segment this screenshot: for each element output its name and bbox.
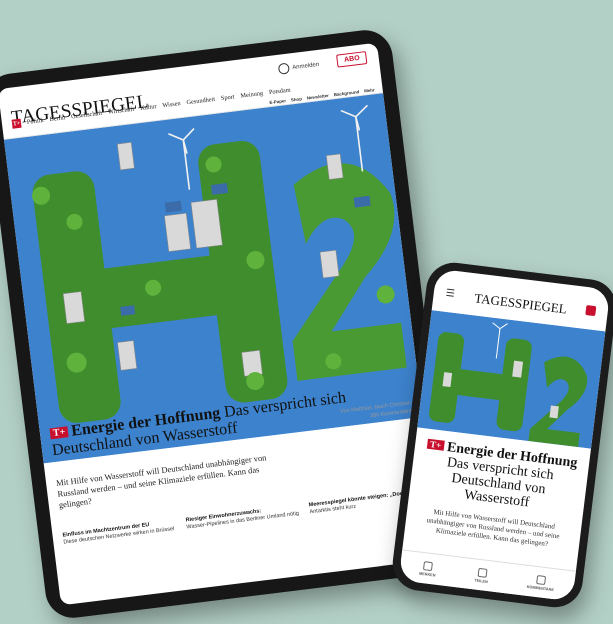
nav-item-kultur[interactable]: Kultur bbox=[140, 103, 157, 112]
phone-device: ☰ TAGESSPIEGEL T+ Energie der Hoffnung D… bbox=[389, 259, 613, 611]
nav-item-berlin[interactable]: Berlin bbox=[49, 114, 65, 123]
h2-city-illustration-small bbox=[417, 310, 606, 449]
related-article[interactable]: Riesiger Einwohnerzuwachs: Wasser-Pipeli… bbox=[185, 503, 302, 531]
phone-bottom-bar: MERKEN TEILEN KOMMENTARE bbox=[398, 549, 576, 602]
phone-headline[interactable]: T+ Energie der Hoffnung Das verspricht si… bbox=[417, 436, 582, 516]
tplus-headline-badge: T+ bbox=[49, 426, 70, 440]
tablet-device: TAGESSPIEGEL Anmelden ABO T+ Politik Ber… bbox=[0, 27, 456, 621]
article-teaser: Mit Hilfe von Wasserstoff will Deutschla… bbox=[55, 452, 267, 510]
subnav-epaper[interactable]: E-Paper bbox=[269, 98, 286, 105]
phone-screen: ☰ TAGESSPIEGEL T+ Energie der Hoffnung D… bbox=[398, 268, 611, 602]
share-label: TEILEN bbox=[474, 577, 489, 584]
tplus-icon[interactable] bbox=[585, 305, 597, 317]
nav-item-sport[interactable]: Sport bbox=[221, 93, 235, 102]
phone-hero-image[interactable] bbox=[417, 310, 606, 449]
share-button[interactable]: TEILEN bbox=[474, 567, 489, 584]
promo-scene: TAGESSPIEGEL Anmelden ABO T+ Politik Ber… bbox=[0, 0, 613, 624]
tplus-badge[interactable]: T+ bbox=[11, 118, 22, 129]
user-icon bbox=[277, 62, 290, 75]
nav-item-politik[interactable]: Politik bbox=[27, 117, 45, 126]
login-link[interactable]: Anmelden bbox=[277, 59, 320, 75]
login-label: Anmelden bbox=[291, 61, 320, 71]
tplus-headline-badge: T+ bbox=[426, 438, 445, 451]
subnav-shop[interactable]: Shop bbox=[291, 96, 303, 102]
nav-item-potsdam[interactable]: Potsdam bbox=[269, 87, 291, 97]
nav-item-wissen[interactable]: Wissen bbox=[162, 100, 181, 109]
nav-item-meinung[interactable]: Meinung bbox=[240, 90, 263, 100]
nav-item-gesundheit[interactable]: Gesundheit bbox=[186, 96, 215, 106]
share-icon bbox=[477, 567, 488, 578]
bookmark-icon bbox=[423, 560, 434, 571]
subnav-more[interactable]: Mehr bbox=[364, 87, 375, 93]
bookmark-label: MERKEN bbox=[418, 571, 436, 578]
comments-label: KOMMENTARE bbox=[526, 584, 555, 592]
related-article[interactable]: Einfluss im Machtzentrum der EU Diese de… bbox=[62, 519, 179, 547]
abo-button[interactable]: ABO bbox=[336, 51, 368, 68]
bookmark-button[interactable]: MERKEN bbox=[419, 560, 437, 577]
comment-icon bbox=[536, 574, 547, 585]
comments-button[interactable]: KOMMENTARE bbox=[526, 573, 556, 592]
tablet-screen: TAGESSPIEGEL Anmelden ABO T+ Politik Ber… bbox=[0, 42, 441, 606]
